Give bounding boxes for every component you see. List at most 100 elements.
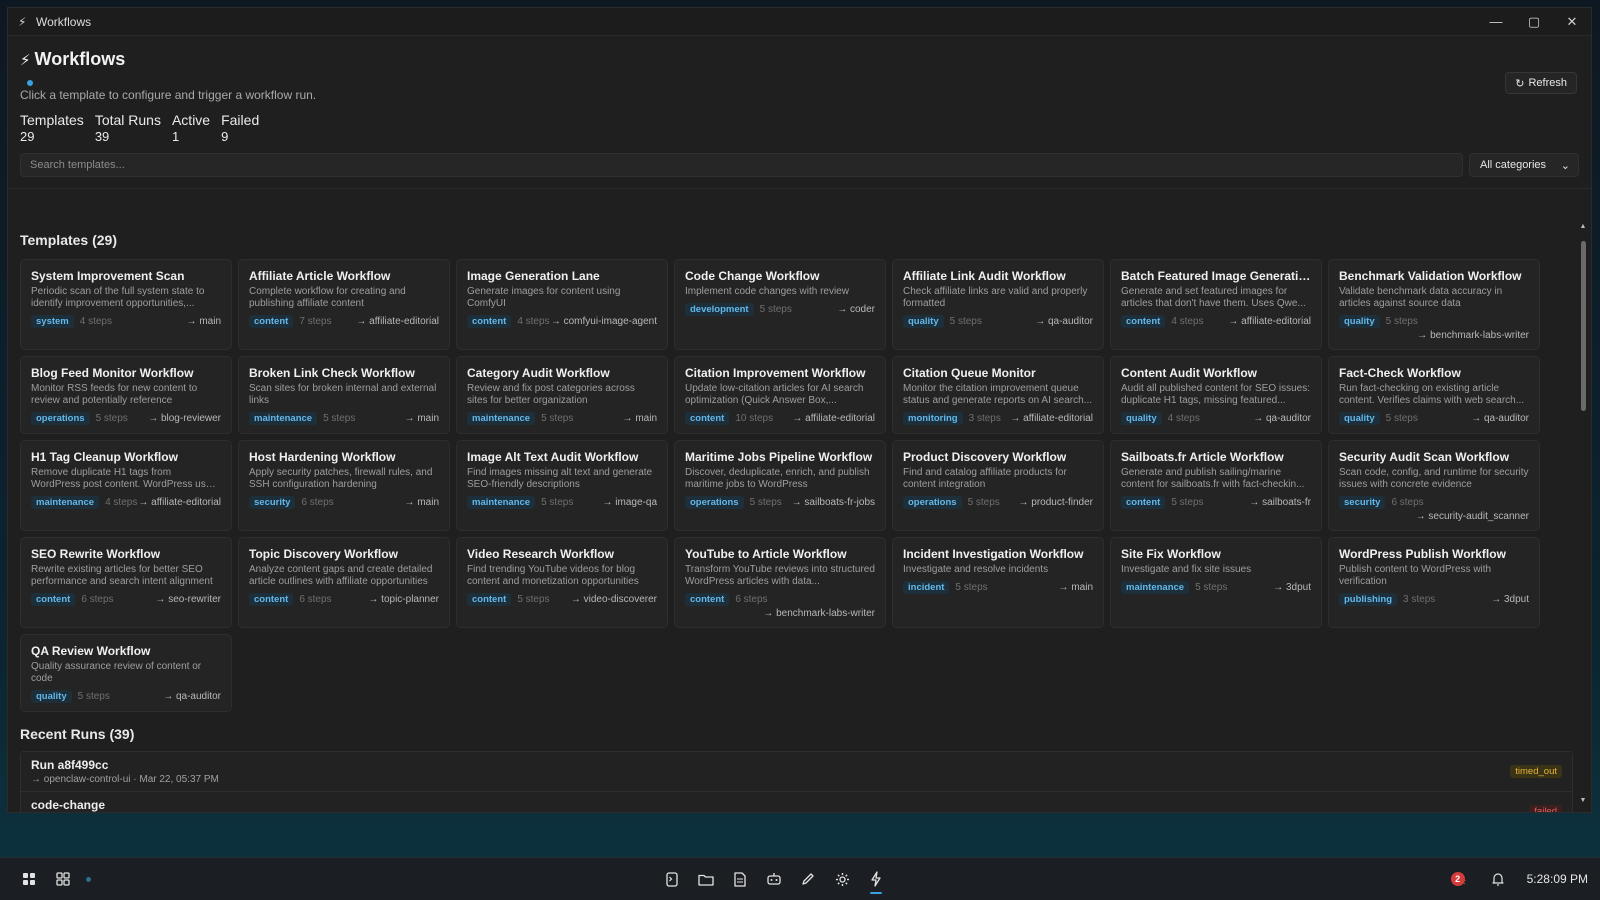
settings-gear-icon[interactable] [825, 862, 859, 896]
template-card[interactable]: Citation Improvement Workflow Update low-… [674, 356, 886, 434]
step-count: 5 steps [95, 413, 128, 424]
template-meta: operations 5 steps → blog-reviewer [31, 412, 221, 425]
template-card[interactable]: Benchmark Validation Workflow Validate be… [1328, 259, 1540, 350]
pen-icon[interactable] [791, 862, 825, 896]
agent-label: → affiliate-editorial [792, 413, 875, 424]
template-card[interactable]: WordPress Publish Workflow Publish conten… [1328, 537, 1540, 628]
step-count: 5 steps [749, 497, 782, 508]
step-count: 5 steps [541, 413, 574, 424]
maximize-button[interactable]: ▢ [1515, 14, 1553, 30]
template-card[interactable]: YouTube to Article Workflow Transform You… [674, 537, 886, 628]
divider [8, 188, 1591, 189]
template-card[interactable]: Site Fix Workflow Investigate and fix sit… [1110, 537, 1322, 628]
refresh-icon: ↻ [1515, 77, 1525, 90]
weather-icon[interactable]: ☼ 2 [1445, 862, 1479, 896]
template-card[interactable]: Host Hardening Workflow Apply security pa… [238, 440, 450, 531]
template-card[interactable]: Video Research Workflow Find trending You… [456, 537, 668, 628]
template-card[interactable]: H1 Tag Cleanup Workflow Remove duplicate … [20, 440, 232, 531]
template-card[interactable]: System Improvement Scan Periodic scan of … [20, 259, 232, 350]
category-tag: content [31, 593, 76, 606]
scrollbar-thumb[interactable] [1581, 241, 1586, 411]
step-count: 5 steps [949, 316, 982, 327]
workspaces-icon[interactable] [46, 862, 80, 896]
close-button[interactable]: ✕ [1553, 14, 1591, 30]
template-title: Batch Featured Image Generation [1121, 269, 1311, 283]
template-card[interactable]: SEO Rewrite Workflow Rewrite existing art… [20, 537, 232, 628]
template-description: Find images missing alt text and generat… [467, 467, 653, 490]
template-card[interactable]: Content Audit Workflow Audit all publishe… [1110, 356, 1322, 434]
template-card[interactable]: Blog Feed Monitor Workflow Monitor RSS fe… [20, 356, 232, 434]
apps-grid-icon[interactable] [12, 862, 46, 896]
template-card[interactable]: Category Audit Workflow Review and fix po… [456, 356, 668, 434]
template-meta: content 7 steps → affiliate-editorial [249, 315, 439, 328]
template-meta: quality 5 steps → benchmark-labs-writer [1339, 315, 1529, 341]
vertical-scrollbar[interactable]: ▲ ▼ [1578, 223, 1588, 804]
scroll-area[interactable]: Templates (29) System Improvement Scan Pe… [20, 223, 1573, 812]
category-tag: quality [31, 690, 72, 703]
category-tag: maintenance [1121, 581, 1190, 594]
template-description: Periodic scan of the full system state t… [31, 286, 205, 309]
stats-summary: Templates 29 Total Runs 39 Active 1 Fail… [20, 112, 1579, 144]
template-card[interactable]: Image Alt Text Audit Workflow Find images… [456, 440, 668, 531]
refresh-label: Refresh [1528, 77, 1567, 89]
step-count: 5 steps [1385, 413, 1418, 424]
template-title: SEO Rewrite Workflow [31, 547, 161, 561]
category-tag: operations [31, 412, 90, 425]
category-tag: maintenance [31, 496, 100, 509]
template-card[interactable]: Sailboats.fr Article Workflow Generate an… [1110, 440, 1322, 531]
agent-label: → benchmark-labs-writer [1417, 330, 1529, 341]
category-select[interactable]: All categories ⌄ [1469, 153, 1579, 177]
agent-label: → product-finder [1018, 497, 1093, 508]
stat-value: 9 [221, 129, 229, 144]
template-card[interactable]: Fact-Check Workflow Run fact-checking on … [1328, 356, 1540, 434]
document-icon[interactable] [723, 862, 757, 896]
template-meta: content 5 steps → sailboats-fr [1121, 496, 1311, 509]
status-badge: timed_out [1510, 765, 1562, 778]
template-card[interactable]: Affiliate Article Workflow Complete workf… [238, 259, 450, 350]
agent-label: → 3dput [1491, 594, 1529, 605]
refresh-button[interactable]: ↻ Refresh [1505, 72, 1577, 94]
template-card[interactable]: Product Discovery Workflow Find and catal… [892, 440, 1104, 531]
template-card[interactable]: Topic Discovery Workflow Analyze content … [238, 537, 450, 628]
agent-label: → sailboats-fr-jobs [791, 497, 875, 508]
template-description: Discover, deduplicate, enrich, and publi… [685, 467, 870, 490]
terminal-icon[interactable] [655, 862, 689, 896]
agent-label: → blog-reviewer [148, 413, 221, 424]
template-card[interactable]: QA Review Workflow Quality assurance revi… [20, 634, 232, 712]
page-header: ⚡ Workflows Click a template to configur… [8, 37, 1591, 189]
template-card[interactable]: Incident Investigation Workflow Investiga… [892, 537, 1104, 628]
template-card[interactable]: Maritime Jobs Pipeline Workflow Discover,… [674, 440, 886, 531]
run-row[interactable]: Run a8f499cc → openclaw-control-ui · Mar … [21, 752, 1572, 792]
template-card[interactable]: Broken Link Check Workflow Scan sites for… [238, 356, 450, 434]
agent-label: → image-qa [602, 497, 657, 508]
template-card[interactable]: Affiliate Link Audit Workflow Check affil… [892, 259, 1104, 350]
workflows-window: ⚡ Workflows — ▢ ✕ ⚡ Workflows Click a te… [7, 7, 1592, 813]
template-card[interactable]: Citation Queue Monitor Monitor the citati… [892, 356, 1104, 434]
template-title: Fact-Check Workflow [1339, 366, 1461, 380]
robot-icon[interactable] [757, 862, 791, 896]
minimize-button[interactable]: — [1477, 14, 1515, 29]
scroll-up-arrow-icon[interactable]: ▲ [1578, 223, 1588, 230]
template-card[interactable]: Security Audit Scan Workflow Scan code, c… [1328, 440, 1540, 531]
step-count: 5 steps [759, 304, 792, 315]
template-card[interactable]: Batch Featured Image Generation Generate … [1110, 259, 1322, 350]
run-row[interactable]: code-change→ coder · Mar 21, 05:48 PMfai… [21, 792, 1572, 812]
connection-status-dot [27, 80, 33, 86]
stat-failed: Failed 9 [221, 112, 259, 144]
template-card[interactable]: Image Generation Lane Generate images for… [456, 259, 668, 350]
folder-icon[interactable] [689, 862, 723, 896]
system-tray: ☼ 2 5:28:09 PM [1445, 862, 1588, 896]
template-title: H1 Tag Cleanup Workflow [31, 450, 178, 464]
filter-row: All categories ⌄ [20, 153, 1579, 177]
template-description: Investigate and fix site issues [1121, 564, 1252, 575]
template-title: Incident Investigation Workflow [903, 547, 1084, 561]
scroll-down-arrow-icon[interactable]: ▼ [1578, 797, 1588, 804]
template-card[interactable]: Code Change Workflow Implement code chang… [674, 259, 886, 350]
stat-total-runs: Total Runs 39 [95, 112, 161, 144]
bell-icon[interactable] [1481, 862, 1515, 896]
system-clock[interactable]: 5:28:09 PM [1527, 872, 1588, 886]
workflows-bolt-icon[interactable] [859, 862, 893, 896]
template-description: Audit all published content for SEO issu… [1121, 383, 1310, 406]
search-input[interactable] [20, 153, 1463, 177]
workspace-indicator-dot [86, 876, 91, 882]
